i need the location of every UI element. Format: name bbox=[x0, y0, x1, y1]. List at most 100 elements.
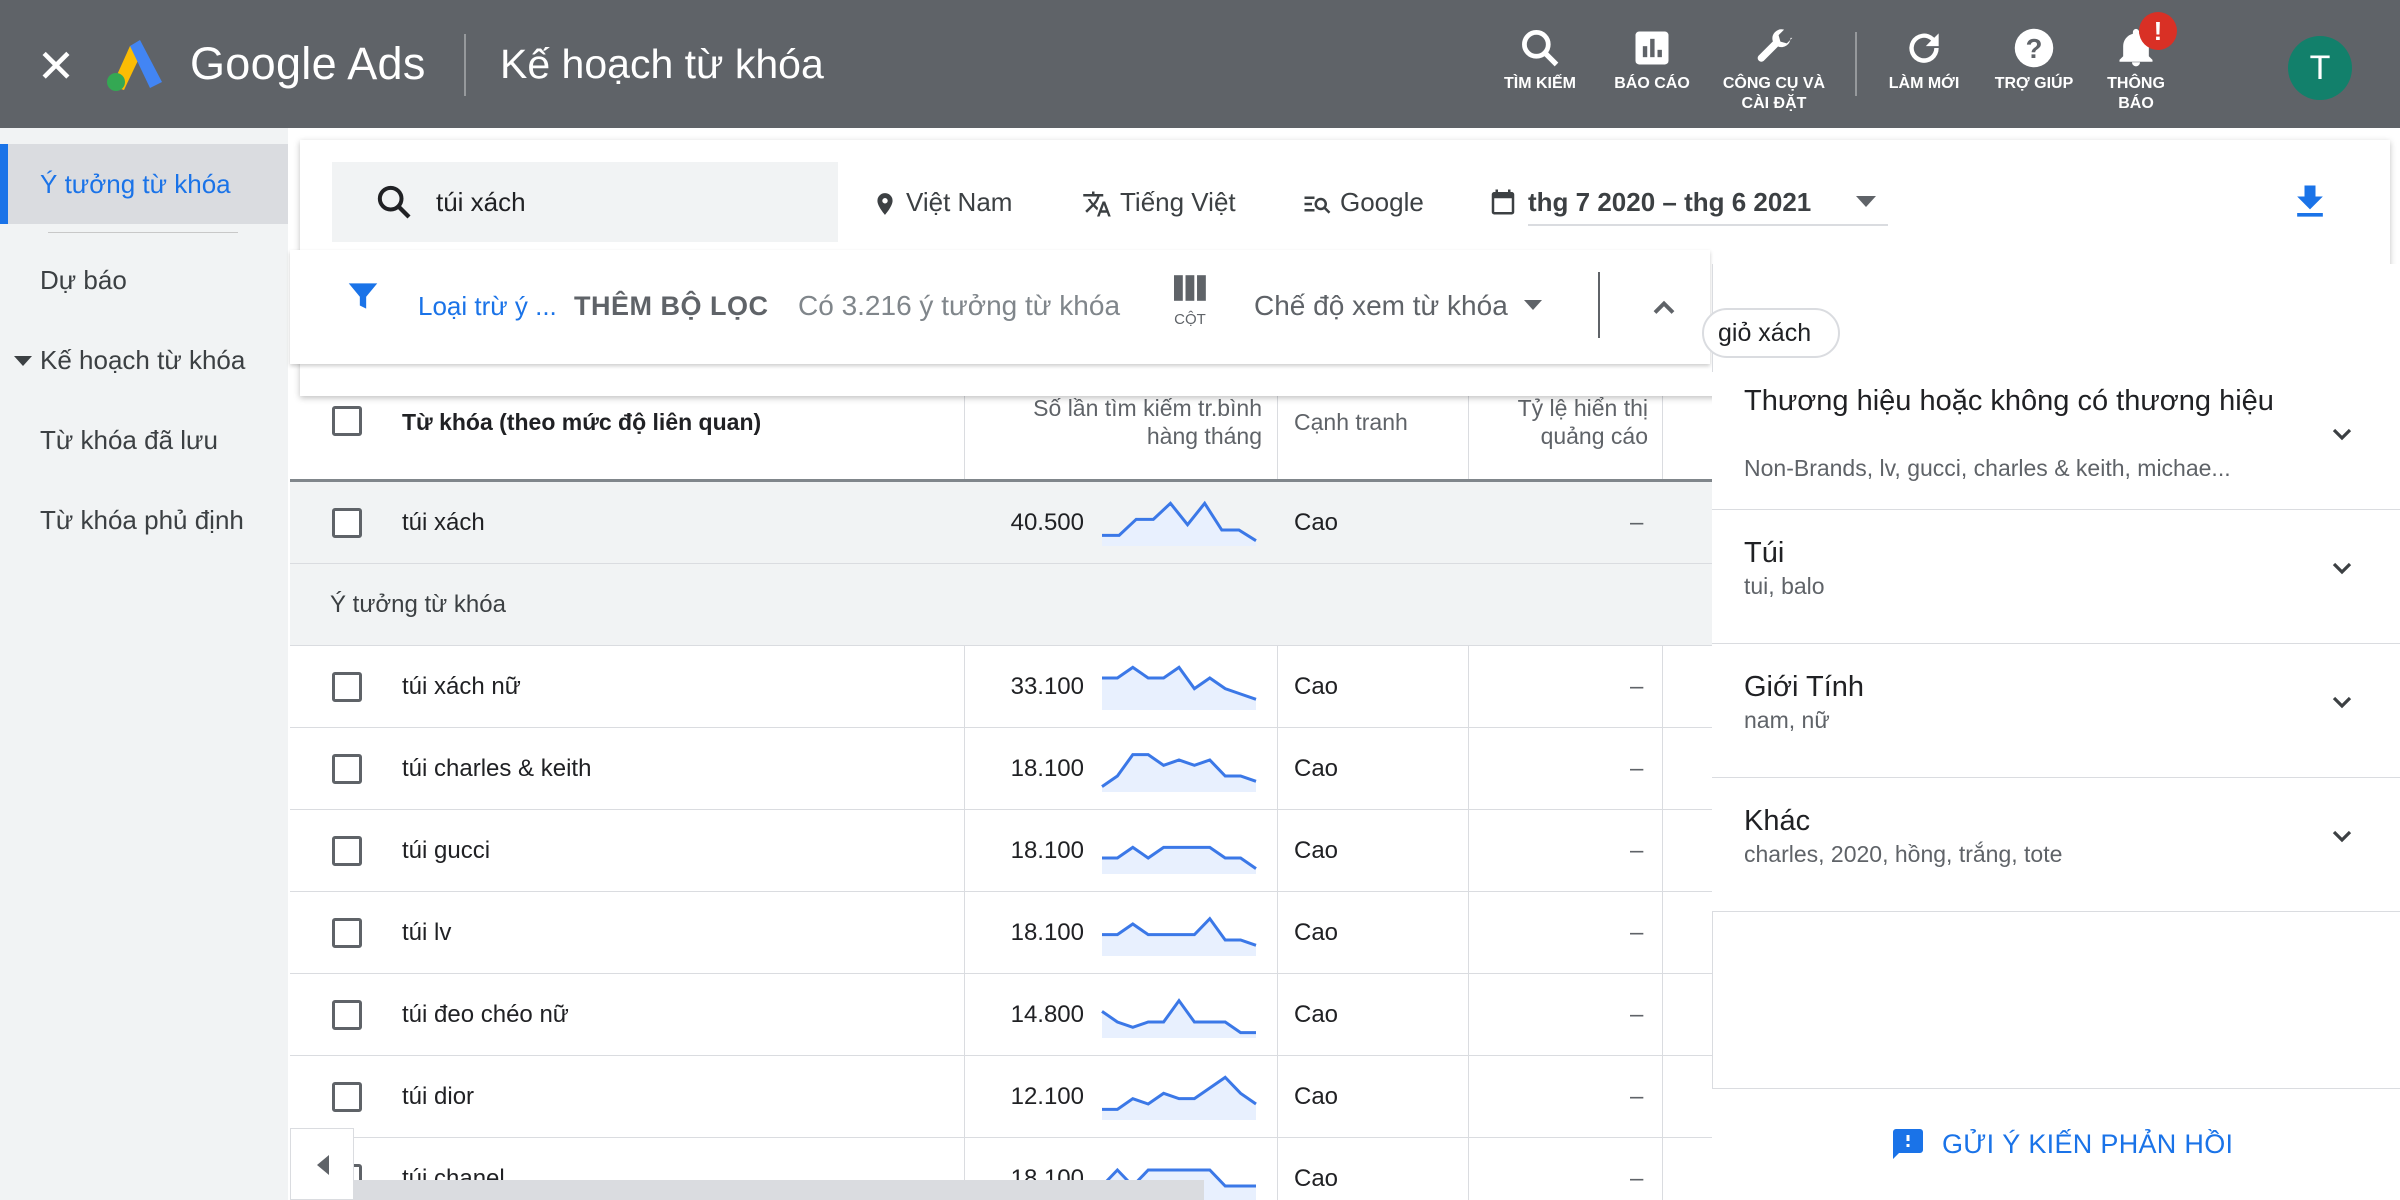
search-icon bbox=[1522, 30, 1559, 67]
table-row[interactable]: túi dior 12.100 Cao – bbox=[290, 1056, 1712, 1138]
sidebar-item-label: Từ khóa đã lưu bbox=[40, 425, 218, 455]
refine-group-title: Túi bbox=[1744, 537, 1785, 569]
close-button[interactable]: ✕ bbox=[30, 40, 82, 92]
row-checkbox[interactable] bbox=[332, 1082, 362, 1112]
trend-sparkline bbox=[1101, 998, 1256, 1038]
scroll-left-button[interactable] bbox=[290, 1128, 354, 1200]
product-name: Google Ads bbox=[190, 38, 426, 89]
section-header-row: Ý tưởng từ khóa bbox=[290, 564, 1712, 646]
idea-count: Có 3.216 ý tưởng từ khóa bbox=[798, 290, 1121, 321]
notifications-button[interactable]: THÔNG BÁO bbox=[2076, 22, 2196, 118]
columns-icon bbox=[1174, 275, 1206, 301]
chevron-down-icon bbox=[2332, 830, 2352, 843]
keyword-column-header[interactable]: Từ khóa (theo mức độ liên quan) bbox=[402, 408, 761, 436]
table-row[interactable]: túi lv 18.100 Cao – bbox=[290, 892, 1712, 974]
date-range-label: thg 7 2020 – thg 6 2021 bbox=[1528, 187, 1812, 217]
keyword-text: túi lv bbox=[402, 919, 452, 946]
refine-group-gender[interactable]: Giới Tính nam, nữ bbox=[1712, 644, 2400, 778]
network-selector[interactable]: Google bbox=[1302, 182, 1424, 222]
sparkline-area bbox=[1102, 1000, 1256, 1038]
refine-group-title: Khác bbox=[1744, 805, 1811, 837]
impression-share-value: – bbox=[1630, 837, 1644, 864]
sidebar-item-keyword-ideas[interactable]: Ý tưởng từ khóa bbox=[0, 144, 288, 224]
reports-button[interactable]: BÁO CÁO bbox=[1592, 22, 1712, 118]
sidebar-item-keyword-plans[interactable]: Kế hoạch từ khóa bbox=[0, 320, 288, 400]
refine-group-subtitle: tui, balo bbox=[1744, 573, 1825, 599]
search-button[interactable]: TÌM KIẾM bbox=[1480, 22, 1600, 118]
refine-chip[interactable]: giỏ xách bbox=[1702, 308, 1840, 358]
row-checkbox[interactable] bbox=[332, 836, 362, 866]
row-checkbox[interactable] bbox=[332, 1000, 362, 1030]
trend-sparkline bbox=[1102, 1075, 1257, 1120]
chevron-down-icon bbox=[2332, 428, 2352, 441]
row-checkbox[interactable] bbox=[332, 918, 362, 948]
caret-down-icon bbox=[1524, 300, 1542, 310]
competition-column-header[interactable]: Cạnh tranh bbox=[1294, 408, 1408, 436]
volume-value: 18.100 bbox=[1010, 755, 1084, 782]
keyword-text: túi xách nữ bbox=[402, 673, 521, 700]
chevron-down-icon bbox=[2332, 562, 2352, 575]
refine-group-other[interactable]: Khác charles, 2020, hồng, trắng, tote bbox=[1712, 778, 2400, 912]
impression-share-value: – bbox=[1630, 1083, 1644, 1110]
view-mode-selector[interactable]: Chế độ xem từ khóa bbox=[1254, 286, 1508, 326]
columns-button[interactable]: CỘT bbox=[1150, 272, 1230, 352]
competition-value: Cao bbox=[1294, 837, 1339, 864]
impression-share-value: – bbox=[1630, 755, 1644, 782]
exclude-ideas-link[interactable]: Loại trừ ý ... bbox=[418, 286, 557, 326]
location-selector[interactable]: Việt Nam bbox=[872, 182, 1012, 222]
chevron-up-icon[interactable] bbox=[1646, 290, 1682, 326]
select-all-checkbox[interactable] bbox=[332, 406, 362, 436]
svg-text:?: ? bbox=[2026, 33, 2043, 64]
filter-icon[interactable] bbox=[344, 276, 382, 316]
notification-badge: ! bbox=[2139, 12, 2177, 50]
search-button-label: TÌM KIẾM bbox=[1504, 75, 1576, 92]
refine-group-bag[interactable]: Túi tui, balo bbox=[1712, 510, 2400, 644]
download-icon[interactable] bbox=[2288, 180, 2332, 224]
table-row[interactable]: túi xách nữ 33.100 Cao – bbox=[290, 646, 1712, 728]
trend-sparkline bbox=[1102, 845, 1257, 874]
avg-searches-column-header[interactable]: Số lần tìm kiếm tr.bình hàng tháng bbox=[990, 396, 1262, 450]
row-checkbox[interactable] bbox=[332, 508, 362, 538]
trend-sparkline bbox=[1102, 665, 1257, 710]
volume-value: 14.800 bbox=[1010, 1001, 1084, 1028]
language-selector[interactable]: Tiếng Việt bbox=[1082, 182, 1236, 222]
horizontal-scrollbar[interactable] bbox=[354, 1180, 1204, 1200]
refine-group-subtitle: nam, nữ bbox=[1744, 707, 1830, 733]
notifications-button-label: THÔNG BÁO bbox=[2107, 75, 2165, 112]
table-row[interactable]: túi đeo chéo nữ 14.800 Cao – bbox=[290, 974, 1712, 1056]
sparkline-area bbox=[1102, 918, 1256, 956]
sidebar: Ý tưởng từ khóa Dự báo Kế hoạch từ khóa … bbox=[0, 128, 288, 1200]
trend-sparkline bbox=[1102, 500, 1257, 546]
row-checkbox[interactable] bbox=[332, 672, 362, 702]
avatar[interactable]: T bbox=[2288, 36, 2352, 100]
tools-button[interactable]: CÔNG CỤ VÀ CÀI ĐẶT bbox=[1714, 22, 1834, 118]
chevron-down-icon bbox=[2332, 696, 2352, 709]
sidebar-item-forecast[interactable]: Dự báo bbox=[0, 240, 288, 320]
table-row[interactable]: túi gucci 18.100 Cao – bbox=[290, 810, 1712, 892]
trend-sparkline bbox=[1102, 916, 1257, 956]
impression-share-column-header[interactable]: Tỷ lệ hiển thị quảng cáo bbox=[1478, 396, 1648, 450]
search-icon bbox=[377, 185, 411, 219]
seed-keyword-row[interactable]: túi xách 40.500 Cao – bbox=[290, 482, 1712, 564]
header-line: Tỷ lệ hiển thị bbox=[1517, 396, 1648, 421]
sidebar-item-negative-keywords[interactable]: Từ khóa phủ định bbox=[0, 480, 288, 560]
add-filter-button[interactable]: THÊM BỘ LỌC bbox=[574, 286, 769, 326]
refine-group-brand[interactable]: Thương hiệu hoặc không có thương hiệu No… bbox=[1712, 372, 2400, 510]
header-line: Số lần tìm kiếm tr.bình bbox=[1033, 396, 1262, 421]
send-feedback-button[interactable]: GỬI Ý KIẾN PHẢN HỒI bbox=[1942, 1124, 2233, 1164]
refine-group-title: Thương hiệu hoặc không có thương hiệu bbox=[1744, 385, 2274, 417]
competition-value: Cao bbox=[1294, 509, 1339, 536]
sidebar-item-saved-keywords[interactable]: Từ khóa đã lưu bbox=[0, 400, 288, 480]
row-checkbox[interactable] bbox=[332, 754, 362, 784]
search-query: túi xách bbox=[436, 187, 526, 217]
sidebar-item-label: Kế hoạch từ khóa bbox=[40, 345, 246, 375]
date-range-selector[interactable]: thg 7 2020 – thg 6 2021 bbox=[1528, 182, 1888, 226]
network-label: Google bbox=[1340, 187, 1424, 217]
refresh-button[interactable]: LÀM MỚI bbox=[1864, 22, 1984, 118]
impression-share-value: – bbox=[1630, 509, 1644, 536]
refresh-button-label: LÀM MỚI bbox=[1888, 75, 1960, 92]
network-search-icon bbox=[1304, 196, 1331, 214]
feedback-icon bbox=[1893, 1129, 1923, 1159]
table-row[interactable]: túi charles & keith 18.100 Cao – bbox=[290, 728, 1712, 810]
keyword-table: Từ khóa (theo mức độ liên quan) Số lần t… bbox=[290, 396, 1712, 1200]
